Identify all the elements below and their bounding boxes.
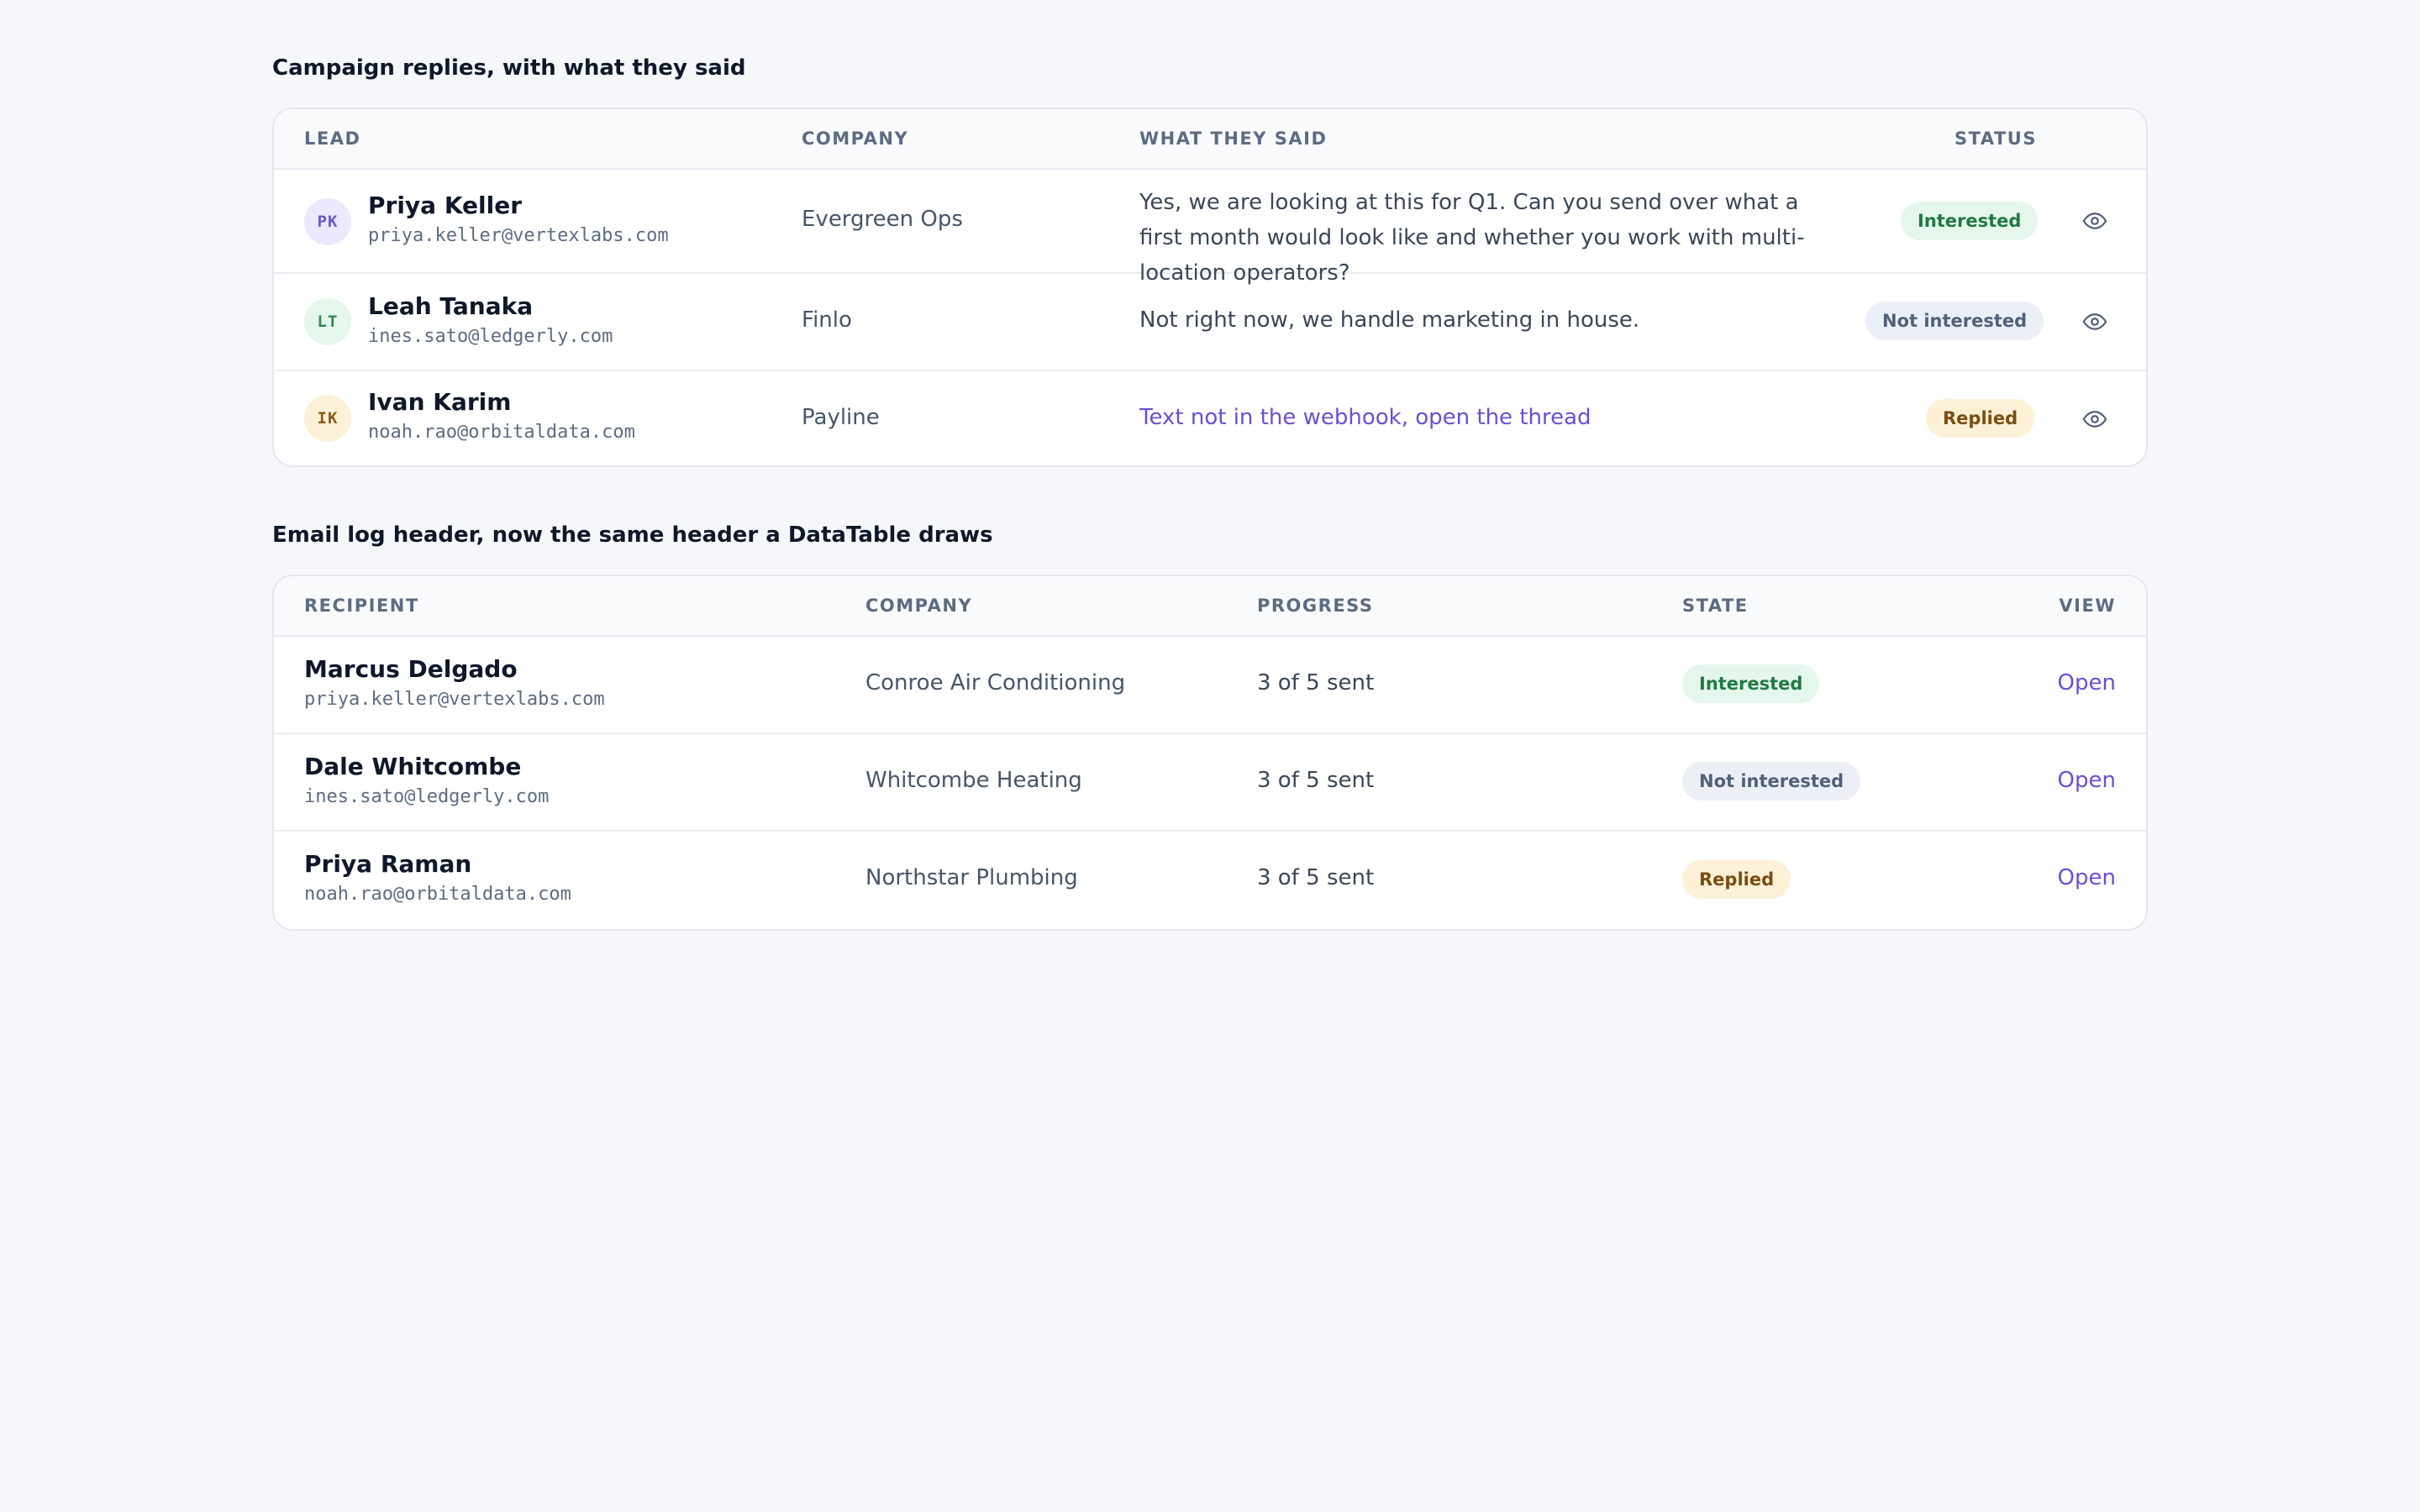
progress-text: 3 of 5 sent [1257, 670, 1375, 696]
recipient-email: ines.sato@ledgerly.com [304, 786, 550, 807]
header-lead[interactable]: LEAD [304, 109, 360, 168]
recipient-email: noah.rao@orbitaldata.com [304, 884, 571, 905]
reply-text: Not right now, we handle marketing in ho… [1139, 307, 1640, 333]
recipient-name: Marcus Delgado [304, 655, 518, 683]
header-company[interactable]: COMPANY [802, 109, 908, 168]
emaillog-table-header: RECIPIENT COMPANY PROGRESS STATE VIEW [274, 576, 2146, 637]
avatar: LT [304, 298, 351, 345]
open-link[interactable]: Open [2058, 865, 2116, 890]
open-link[interactable]: Open [2058, 670, 2116, 696]
eye-icon[interactable] [2082, 208, 2107, 234]
lead-email: priya.keller@vertexlabs.com [368, 225, 669, 246]
status-badge: Replied [1926, 399, 2035, 438]
table-row[interactable]: IK Ivan Karim noah.rao@orbitaldata.com P… [274, 371, 2146, 465]
table-row[interactable]: Dale Whitcombe ines.sato@ledgerly.com Wh… [274, 734, 2146, 832]
replies-table-header: LEAD COMPANY WHAT THEY SAID STATUS [274, 109, 2146, 170]
header-progress[interactable]: PROGRESS [1257, 576, 1373, 635]
table-row[interactable]: PK Priya Keller priya.keller@vertexlabs.… [274, 170, 2146, 286]
eye-icon[interactable] [2082, 309, 2107, 334]
company-name: Whitcombe Heating [865, 768, 1082, 793]
header-status[interactable]: STATUS [1954, 109, 2037, 168]
replies-table: LEAD COMPANY WHAT THEY SAID STATUS PK Pr… [272, 108, 2148, 467]
emaillog-title: Email log header, now the same header a … [272, 522, 993, 548]
progress-text: 3 of 5 sent [1257, 865, 1375, 890]
recipient-email: priya.keller@vertexlabs.com [304, 689, 605, 710]
company-name: Finlo [802, 307, 852, 333]
company-name: Conroe Air Conditioning [865, 670, 1126, 696]
emaillog-table: RECIPIENT COMPANY PROGRESS STATE VIEW Ma… [272, 575, 2148, 931]
header-view[interactable]: VIEW [2059, 576, 2116, 635]
company-name: Evergreen Ops [802, 207, 963, 232]
lead-name: Ivan Karim [368, 388, 512, 416]
eye-icon[interactable] [2082, 407, 2107, 432]
company-name: Payline [802, 405, 880, 430]
company-name: Northstar Plumbing [865, 865, 1078, 890]
table-row[interactable]: Priya Raman noah.rao@orbitaldata.com Nor… [274, 832, 2146, 929]
open-link[interactable]: Open [2058, 768, 2116, 793]
state-badge: Not interested [1682, 762, 1861, 801]
lead-email: noah.rao@orbitaldata.com [368, 422, 635, 443]
status-badge: Not interested [1865, 302, 2044, 340]
header-recipient[interactable]: RECIPIENT [304, 576, 419, 635]
avatar: IK [304, 395, 351, 442]
replies-title: Campaign replies, with what they said [272, 55, 746, 81]
header-state[interactable]: STATE [1682, 576, 1749, 635]
avatar: PK [304, 198, 351, 245]
recipient-name: Priya Raman [304, 850, 472, 878]
status-badge: Interested [1901, 202, 2039, 240]
lead-name: Priya Keller [368, 192, 523, 219]
header-company[interactable]: COMPANY [865, 576, 972, 635]
state-badge: Interested [1682, 664, 1820, 703]
table-row[interactable]: LT Leah Tanaka ines.sato@ledgerly.com Fi… [274, 274, 2146, 371]
header-what-they-said[interactable]: WHAT THEY SAID [1139, 109, 1327, 168]
state-badge: Replied [1682, 860, 1791, 899]
table-row[interactable]: Marcus Delgado priya.keller@vertexlabs.c… [274, 637, 2146, 734]
recipient-name: Dale Whitcombe [304, 753, 522, 780]
open-thread-link[interactable]: Text not in the webhook, open the thread [1139, 405, 1591, 430]
lead-email: ines.sato@ledgerly.com [368, 326, 613, 347]
lead-name: Leah Tanaka [368, 292, 534, 320]
progress-text: 3 of 5 sent [1257, 768, 1375, 793]
